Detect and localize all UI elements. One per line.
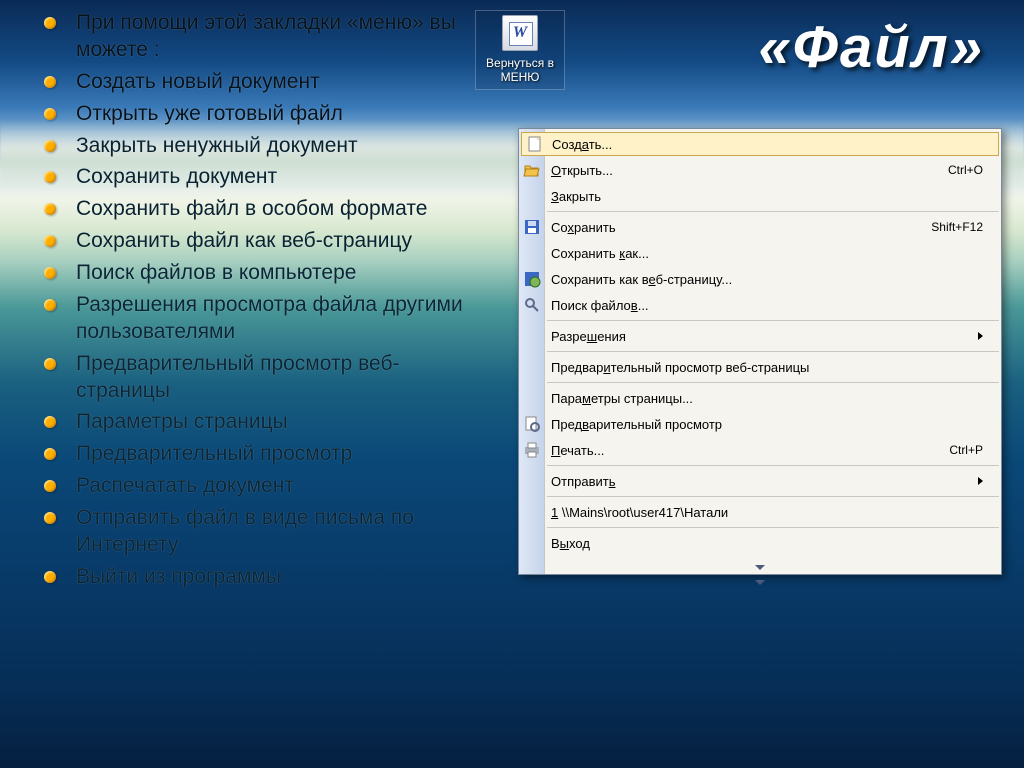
menu-item-shortcut: Shift+F12 <box>921 220 983 234</box>
search-icon <box>523 296 541 314</box>
chevron-down-icon <box>755 565 765 570</box>
list-item: При помощи этой закладки «меню» вы может… <box>36 10 466 64</box>
menu-separator <box>547 382 999 383</box>
back-to-menu-button[interactable]: Вернуться в МЕНЮ <box>475 10 565 90</box>
save-icon <box>523 218 541 236</box>
menu-item[interactable]: Сохранить как... <box>519 240 1001 266</box>
chevron-down-icon <box>755 580 765 585</box>
list-item: Параметры страницы <box>36 409 466 436</box>
menu-item[interactable]: Сохранить как веб-страницу... <box>519 266 1001 292</box>
list-item: Открыть уже готовый файл <box>36 101 466 128</box>
list-item: Выйти из программы <box>36 564 466 591</box>
list-item: Предварительный просмотр <box>36 441 466 468</box>
menu-separator <box>547 527 999 528</box>
list-item: Сохранить файл в особом формате <box>36 196 466 223</box>
menu-item[interactable]: Закрыть <box>519 183 1001 209</box>
web-icon <box>523 270 541 288</box>
bullet-list: При помощи этой закладки «меню» вы может… <box>36 10 466 596</box>
menu-items-container: Создать... Открыть...Ctrl+O Закрыть Сохрани… <box>519 129 1001 558</box>
list-item: Распечатать документ <box>36 473 466 500</box>
list-item: Предварительный просмотр веб-страницы <box>36 351 466 405</box>
file-menu-panel: Создать... Открыть...Ctrl+O Закрыть Сохрани… <box>518 128 1002 575</box>
list-item: Создать новый документ <box>36 69 466 96</box>
menu-item[interactable]: Печать...Ctrl+P <box>519 437 1001 463</box>
menu-item[interactable]: СохранитьShift+F12 <box>519 214 1001 240</box>
list-item: Сохранить файл как веб-страницу <box>36 228 466 255</box>
menu-item[interactable]: 1 \\Mains\root\user417\Натали <box>519 499 1001 525</box>
menu-item-label: Выход <box>551 536 983 551</box>
slide-title: «Файл» <box>758 14 984 81</box>
list-item: Сохранить документ <box>36 164 466 191</box>
menu-separator <box>547 211 999 212</box>
menu-item-label: Сохранить как веб-страницу... <box>551 272 983 287</box>
menu-item-shortcut: Ctrl+P <box>939 443 983 457</box>
open-icon <box>523 161 541 179</box>
menu-item-label: Предварительный просмотр веб-страницы <box>551 360 983 375</box>
menu-item-label: Параметры страницы... <box>551 391 983 406</box>
menu-item-label: Закрыть <box>551 189 983 204</box>
list-item: Отправить файл в виде письма по Интернет… <box>36 505 466 559</box>
menu-item-label: Открыть... <box>551 163 938 178</box>
menu-separator <box>547 351 999 352</box>
menu-item[interactable]: Параметры страницы... <box>519 385 1001 411</box>
list-item: Закрыть ненужный документ <box>36 133 466 160</box>
menu-item[interactable]: Открыть...Ctrl+O <box>519 157 1001 183</box>
menu-item-label: Создать... <box>552 137 980 152</box>
menu-item-label: Разрешения <box>551 329 978 344</box>
slide-stage: «Файл» Вернуться в МЕНЮ При помощи этой … <box>0 0 1024 768</box>
menu-item-label: Сохранить <box>551 220 921 235</box>
word-document-icon <box>502 15 538 51</box>
menu-item-label: 1 \\Mains\root\user417\Натали <box>551 505 983 520</box>
submenu-arrow-icon <box>978 477 983 485</box>
list-item: Поиск файлов в компьютере <box>36 260 466 287</box>
menu-item-label: Отправить <box>551 474 978 489</box>
menu-item-label: Предварительный просмотр <box>551 417 983 432</box>
menu-separator <box>547 320 999 321</box>
menu-item[interactable]: Создать... <box>521 132 999 156</box>
menu-item-label: Сохранить как... <box>551 246 983 261</box>
preview-icon <box>523 415 541 433</box>
list-item: Разрешения просмотра файла другими польз… <box>36 292 466 346</box>
menu-item[interactable]: Отправить <box>519 468 1001 494</box>
print-icon <box>523 441 541 459</box>
back-to-menu-label: Вернуться в МЕНЮ <box>478 56 562 85</box>
menu-item[interactable]: Поиск файлов... <box>519 292 1001 318</box>
menu-expand-button[interactable] <box>519 558 1001 574</box>
menu-item[interactable]: Предварительный просмотр <box>519 411 1001 437</box>
menu-item-shortcut: Ctrl+O <box>938 163 983 177</box>
menu-separator <box>547 496 999 497</box>
submenu-arrow-icon <box>978 332 983 340</box>
menu-item-label: Поиск файлов... <box>551 298 983 313</box>
menu-item[interactable]: Предварительный просмотр веб-страницы <box>519 354 1001 380</box>
menu-separator <box>547 465 999 466</box>
new-icon <box>526 135 544 153</box>
menu-item[interactable]: Выход <box>519 530 1001 556</box>
menu-item-label: Печать... <box>551 443 939 458</box>
menu-item[interactable]: Разрешения <box>519 323 1001 349</box>
